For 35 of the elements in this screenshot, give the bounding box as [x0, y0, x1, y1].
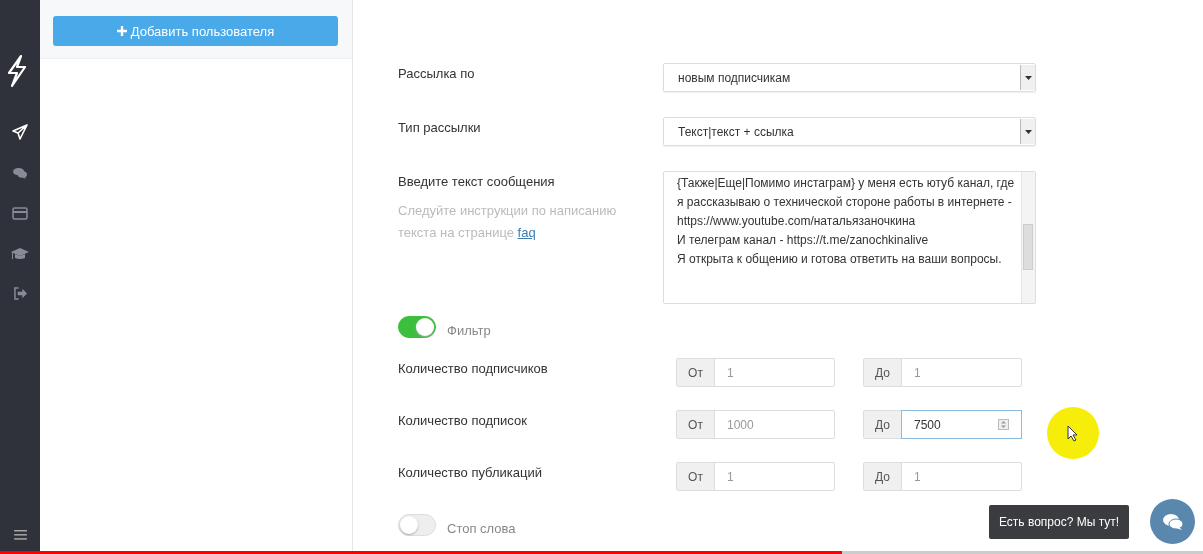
graduation-cap-icon[interactable] [11, 247, 29, 260]
stop-words-toggle[interactable] [398, 514, 436, 536]
credit-card-icon[interactable] [12, 207, 28, 220]
video-progress-bar[interactable] [0, 551, 1203, 554]
toggle-label: Стоп слова [447, 519, 516, 536]
faq-link[interactable]: faq [517, 225, 536, 240]
dropdown[interactable]: новым подписчикам [663, 63, 1036, 92]
field-label: Количество подписчиков [398, 361, 549, 376]
field-label: Количество публикаций [398, 465, 543, 480]
field-label: Количество подписок [398, 413, 528, 428]
chat-tooltip: Есть вопрос? Мы тут! [989, 505, 1130, 539]
dropdown[interactable]: Текст|текст + ссылка [663, 117, 1036, 146]
scrollbar[interactable] [1021, 172, 1035, 303]
paper-plane-icon[interactable] [12, 124, 28, 140]
field-label: Тип рассылки [398, 119, 482, 135]
hint-text: Следуйте инструкции по написанию текста на странице faq [398, 202, 618, 242]
chat-button[interactable] [1150, 499, 1195, 544]
logout-icon[interactable] [12, 287, 28, 300]
cursor-highlight-drawing [1047, 407, 1099, 459]
spinner-icon[interactable] [998, 419, 1009, 430]
input-addon: До [864, 411, 902, 438]
lightning-logo-icon [5, 54, 29, 88]
menu-icon[interactable] [13, 530, 27, 540]
number-field[interactable]: 7500 [901, 410, 1022, 439]
plus-icon [116, 26, 127, 36]
add-user-button[interactable]: Добавить пользователя [53, 16, 338, 46]
chat-icon[interactable] [12, 167, 28, 180]
chat-icon [1161, 512, 1184, 531]
caret-icon [1024, 129, 1032, 134]
toggle-label: Фильтр [447, 321, 491, 338]
message-field[interactable]: {Также|Еще|Помимо инстаграм} у меня есть ютуб канал, где я рассказываю о технической стороне работы в интернете - https://www.youtube.com/натальязаночкина И телеграм канал - https://t.me/zanochkinalive Я открыта к общению и готова ответить на ваши вопросы. [663, 171, 1036, 304]
filter-toggle[interactable] [398, 316, 436, 338]
field-label: Введите текст сообщения [398, 173, 556, 189]
field-label: Рассылка по [398, 65, 476, 81]
caret-icon [1024, 75, 1032, 80]
